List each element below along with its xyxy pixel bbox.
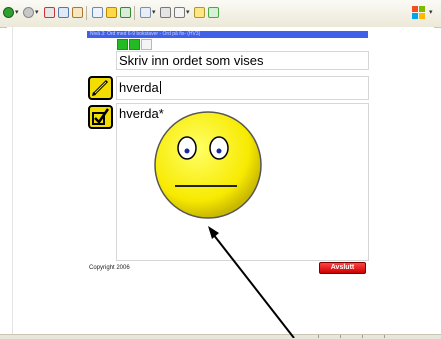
- favorites-icon[interactable]: [106, 7, 117, 18]
- windows-logo-icon: [412, 6, 426, 20]
- exit-button[interactable]: Avslutt: [319, 262, 366, 274]
- progress-box-3: [141, 39, 152, 50]
- home-icon[interactable]: [72, 7, 83, 18]
- print-icon[interactable]: [160, 7, 171, 18]
- toolbar-separator: [86, 6, 87, 20]
- status-bar: [0, 334, 441, 339]
- mail-icon[interactable]: [140, 7, 151, 18]
- edit-icon[interactable]: [174, 7, 185, 18]
- instruction-text: Skriv inn ordet som vises: [116, 51, 369, 70]
- progress-box-1: [117, 39, 128, 50]
- search-icon[interactable]: [92, 7, 103, 18]
- checkbox-check-icon: [92, 108, 110, 125]
- check-button[interactable]: [88, 105, 113, 129]
- history-icon[interactable]: [120, 7, 131, 18]
- frame-divider: [12, 27, 13, 334]
- back-icon[interactable]: [3, 7, 14, 18]
- back-dropdown-icon[interactable]: ▾: [15, 8, 19, 17]
- neutral-smiley-icon: [154, 111, 262, 219]
- answer-input[interactable]: hverda: [116, 76, 369, 100]
- discuss-icon[interactable]: [194, 7, 205, 18]
- copyright-text: Copyright 2006: [89, 265, 130, 271]
- toolbar-separator: [134, 6, 135, 20]
- browser-toolbar: ▾ ▾ ▾ ▾ ▾: [0, 0, 441, 28]
- level-title-bar: Nivå 3: Ord med 6-9 bokstaver - Ord på f…: [87, 31, 368, 38]
- pencil-icon: [92, 79, 109, 96]
- forward-icon[interactable]: [23, 7, 34, 18]
- answer-input-value: hverda: [119, 80, 159, 95]
- forward-dropdown-icon[interactable]: ▾: [35, 8, 39, 17]
- progress-box-2: [129, 39, 140, 50]
- messenger-icon[interactable]: [208, 7, 219, 18]
- refresh-icon[interactable]: [58, 7, 69, 18]
- text-caret: [159, 81, 161, 94]
- stop-icon[interactable]: [44, 7, 55, 18]
- pencil-button[interactable]: [88, 76, 113, 100]
- edit-dropdown-icon[interactable]: ▾: [186, 8, 190, 17]
- mail-dropdown-icon[interactable]: ▾: [152, 8, 156, 17]
- windows-dropdown-icon[interactable]: ▾: [429, 8, 433, 17]
